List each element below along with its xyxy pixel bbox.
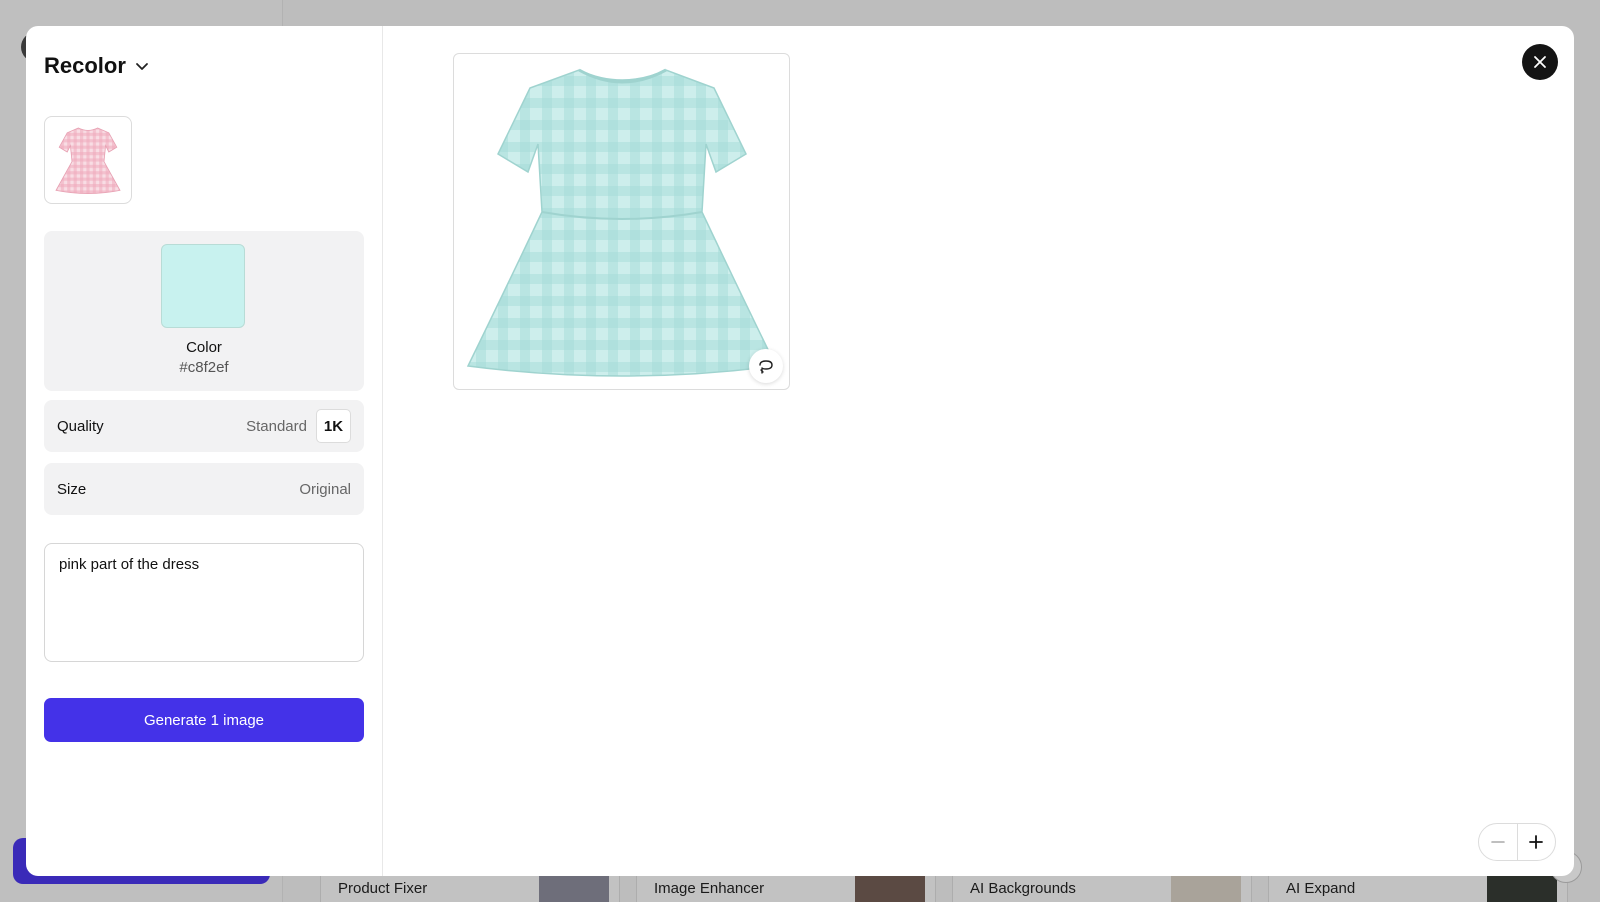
zoom-in-button[interactable] — [1518, 824, 1556, 860]
color-label: Color — [186, 339, 222, 356]
variation-button[interactable] — [749, 349, 783, 383]
quality-value: Standard — [246, 417, 307, 435]
tool-title: Recolor — [44, 53, 126, 78]
close-button[interactable] — [1522, 44, 1558, 80]
settings-panel: Recolor Color #c8f2ef Quality Standard 1… — [26, 26, 383, 876]
result-dress-image — [466, 68, 778, 377]
zoom-controls — [1478, 823, 1556, 861]
tool-card-label: AI Backgrounds — [970, 880, 1076, 897]
color-swatch[interactable] — [161, 244, 245, 328]
tool-card-label: Product Fixer — [338, 880, 428, 897]
close-icon — [1534, 56, 1546, 68]
color-picker-card[interactable]: Color #c8f2ef — [44, 231, 364, 391]
recolor-modal: Recolor Color #c8f2ef Quality Standard 1… — [26, 26, 1574, 876]
size-label: Size — [57, 480, 87, 498]
chevron-down-icon — [136, 63, 148, 70]
zoom-out-button[interactable] — [1479, 824, 1517, 860]
size-value: Original — [299, 480, 351, 498]
source-image-thumbnail[interactable] — [44, 116, 132, 204]
quality-row[interactable]: Quality Standard 1K — [44, 400, 364, 452]
generate-button[interactable]: Generate 1 image — [44, 698, 364, 742]
color-hex-value: #c8f2ef — [179, 359, 229, 376]
tool-selector[interactable]: Recolor — [44, 53, 150, 79]
size-row[interactable]: Size Original — [44, 463, 364, 515]
quality-label: Quality — [57, 417, 104, 435]
tool-card-label: Image Enhancer — [654, 880, 765, 897]
variation-icon — [759, 360, 773, 374]
source-dress-image — [55, 127, 121, 194]
prompt-input[interactable] — [44, 543, 364, 662]
result-canvas — [383, 26, 1574, 876]
result-image-card[interactable] — [453, 53, 790, 390]
resolution-badge[interactable]: 1K — [316, 409, 351, 443]
tool-card-label: AI Expand — [1286, 880, 1356, 897]
zoom-out-icon — [1490, 841, 1505, 843]
zoom-in-icon — [1529, 835, 1544, 849]
